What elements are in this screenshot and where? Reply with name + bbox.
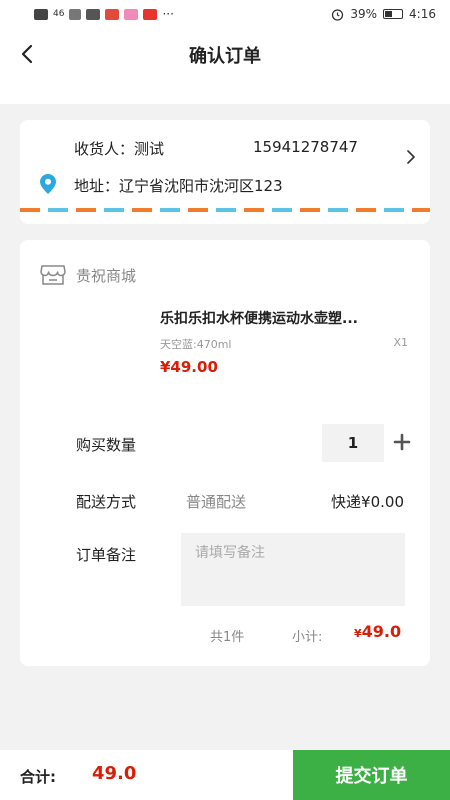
address-envelope-stripe [20,208,430,212]
address-row: 地址：辽宁省沈阳市沈河区123 [74,175,283,196]
status-bar: 46 ··· 39% 4:16 [0,0,450,28]
location-pin-icon [40,174,56,194]
shop-name: 贵祝商城 [76,266,137,285]
submit-order-button[interactable]: 提交订单 [293,750,450,800]
subtotal-label: 小计: [292,630,323,645]
battery-icon [383,9,404,19]
app-notification-icon-3 [143,8,158,20]
subtotal-amount: 49.0 [361,622,402,641]
quantity-value[interactable]: 1 [322,424,384,462]
delivery-fee: 快递¥0.00 [331,493,404,511]
subtotal-currency: ¥ [354,627,362,640]
battery-percent: 39% [350,7,378,21]
address-value: 辽宁省沈阳市沈河区123 [119,177,283,195]
total-item-count: 共1件 [210,630,245,645]
product-price: ¥49.00 [160,358,218,376]
recipient-label: 收货人： [74,140,135,158]
app-notification-icon-2 [124,8,139,20]
store-icon [40,265,66,285]
signal-indicator: 46 [53,9,65,19]
checkout-footer: 合计: 49.0 提交订单 [0,750,450,800]
more-notifications: ··· [162,7,174,21]
quantity-label: 购买数量 [76,436,137,454]
shop-header: 贵祝商城 [40,264,136,286]
product-spec: 天空蓝:470ml [160,338,232,351]
status-time: 4:16 [409,7,436,21]
wifi-icon [69,8,82,20]
recipient-name: 测试 [134,140,165,158]
recipient-row: 收货人：测试 [74,138,164,159]
delivery-method[interactable]: 普通配送 [186,491,246,512]
order-card: 贵祝商城 乐扣乐扣水杯便携运动水壶塑... 天空蓝:470ml X1 ¥49.0… [20,240,430,666]
nav-bar: 确认订单 [0,28,450,104]
recipient-phone: 15941278747 [253,138,358,156]
total-label: 合计: [20,768,56,786]
wechat-icon [86,8,101,20]
hd-icon [34,8,48,20]
note-input[interactable] [181,533,405,606]
total-amount: 49.0 [92,763,137,784]
product-quantity: X1 [393,336,408,349]
product-title[interactable]: 乐扣乐扣水杯便携运动水壶塑... [160,308,412,328]
app-notification-icon [105,8,120,20]
status-icons-left: 46 ··· [34,7,174,21]
alarm-icon [332,8,344,21]
chevron-right-icon[interactable] [404,150,418,164]
address-label: 地址： [74,177,120,195]
delivery-label: 配送方式 [76,493,137,511]
address-card[interactable]: 收货人：测试 15941278747 地址：辽宁省沈阳市沈河区123 [20,120,430,224]
status-icons-right: 39% 4:16 [331,7,436,21]
plus-icon[interactable] [392,432,412,452]
page-title: 确认订单 [189,46,261,67]
subtotal-value: ¥49.0 [354,622,401,641]
note-label: 订单备注 [76,546,137,564]
